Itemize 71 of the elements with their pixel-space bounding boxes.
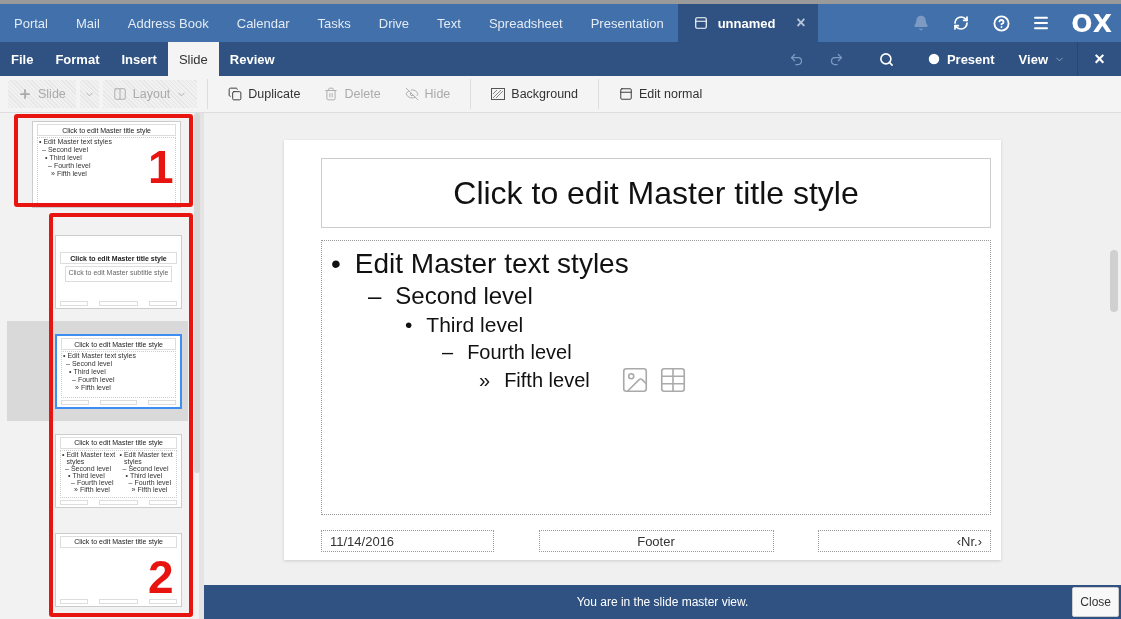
- menu-tab[interactable]: Slide: [167, 42, 219, 76]
- trash-icon: [324, 87, 339, 101]
- document-tab[interactable]: unnamed ×: [677, 4, 818, 42]
- refresh-icon: [953, 15, 970, 31]
- slide-dropdown-button[interactable]: [79, 80, 99, 108]
- footer-placeholder: [148, 301, 177, 307]
- duplicate-button[interactable]: Duplicate: [218, 80, 311, 108]
- slide-icon: [619, 87, 634, 101]
- bullet-marker: •: [405, 312, 413, 338]
- bullet-text: Fifth level: [504, 368, 590, 393]
- view-menu[interactable]: View: [1006, 42, 1077, 76]
- plus-icon: [18, 87, 32, 101]
- eye-off-icon: [404, 87, 419, 101]
- footer-field[interactable]: Footer: [538, 530, 774, 552]
- logo: OX: [1071, 8, 1113, 38]
- edit-normal-button[interactable]: Edit normal: [609, 80, 713, 108]
- footer-placeholder: [60, 301, 89, 307]
- annotation-number: 2: [148, 559, 174, 595]
- app-tab[interactable]: Presentation: [576, 4, 678, 42]
- bullet-marker: •: [331, 247, 341, 281]
- app-tab[interactable]: Mail: [61, 4, 114, 42]
- app-tab[interactable]: Text: [423, 4, 475, 42]
- app-tab[interactable]: Portal: [0, 4, 62, 42]
- close-master-view-button[interactable]: Close: [1072, 587, 1119, 617]
- footer-placeholder: [99, 599, 138, 605]
- footer-placeholder: [60, 499, 89, 505]
- footer-placeholder: [148, 599, 177, 605]
- footer-placeholder: [148, 499, 177, 505]
- document-name: unnamed: [717, 15, 776, 31]
- scrollbar-thumb[interactable]: [194, 113, 200, 473]
- undo-icon: [789, 51, 805, 67]
- app-tab[interactable]: Tasks: [303, 4, 365, 42]
- app-tab[interactable]: Address Book: [113, 4, 223, 42]
- annotation-number: 1: [148, 149, 174, 185]
- bullet-text: Third level: [426, 312, 524, 338]
- menu-tab[interactable]: Format: [44, 42, 111, 76]
- footer-field[interactable]: ‹Nr.›: [818, 530, 991, 552]
- close-tab-button[interactable]: ×: [796, 14, 806, 32]
- menu-tab[interactable]: Review: [218, 42, 286, 76]
- footer-placeholder: [99, 399, 138, 405]
- hatched-square-icon: [491, 88, 506, 100]
- present-button[interactable]: Present: [914, 42, 1007, 76]
- bell-icon: [913, 15, 930, 31]
- footer-placeholder: [99, 301, 138, 307]
- help-icon: [992, 14, 1010, 32]
- bullet-text: Second level: [395, 281, 533, 311]
- status-message: You are in the slide master view.: [576, 595, 749, 609]
- bullet-marker: »: [479, 368, 491, 393]
- scrollbar-thumb[interactable]: [1110, 250, 1118, 312]
- layout-icon: [112, 87, 127, 101]
- menu-tab[interactable]: Insert: [110, 42, 168, 76]
- bullet-text: Edit Master text styles: [354, 247, 629, 281]
- bullet-marker: –: [442, 340, 454, 365]
- footer-placeholder: [148, 399, 176, 405]
- redo-icon: [829, 51, 845, 67]
- footer-placeholder: [99, 499, 138, 505]
- slide-title: Click to edit Master title style: [321, 158, 991, 228]
- bullet-marker: –: [368, 281, 382, 311]
- footer-placeholder: [60, 599, 89, 605]
- copy-icon: [228, 87, 243, 101]
- app-tab[interactable]: Calendar: [222, 4, 304, 42]
- footer-field[interactable]: 11/14/2016: [321, 530, 494, 552]
- menu-tab[interactable]: File: [0, 42, 45, 76]
- app-tab[interactable]: Drive: [364, 4, 424, 42]
- search-icon: [879, 51, 895, 67]
- background-button[interactable]: Background: [481, 80, 589, 108]
- window-icon: [693, 16, 708, 30]
- bullet-text: Fourth level: [467, 340, 572, 365]
- app-tab[interactable]: Spreadsheet: [474, 4, 577, 42]
- menu-icon: [1032, 14, 1051, 32]
- footer-placeholder: [61, 399, 89, 405]
